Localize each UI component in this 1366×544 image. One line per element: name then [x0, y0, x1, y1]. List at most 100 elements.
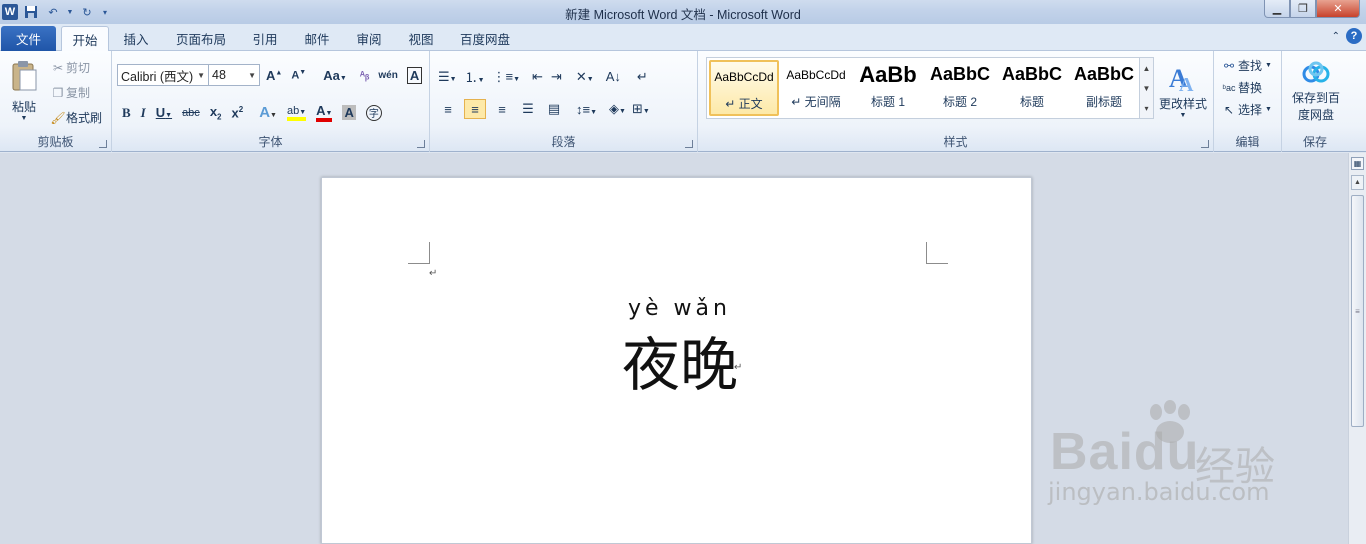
format-painter-button[interactable]: 🖌 格式刷 [50, 109, 102, 126]
subscript-icon[interactable]: x2 [210, 104, 222, 122]
style-item-no-spacing[interactable]: AaBbCcDd ↵ 无间隔 [781, 60, 851, 116]
tab-insert[interactable]: 插入 [114, 26, 158, 51]
align-right-icon[interactable]: ≡ [492, 99, 512, 119]
show-marks-icon[interactable]: ↵ [637, 69, 648, 85]
paste-label: 粘贴 [11, 100, 36, 114]
vertical-scrollbar[interactable]: ▦ ▲ ≡ [1348, 153, 1366, 544]
style-sample: AaBbC [929, 64, 990, 84]
style-item-title[interactable]: AaBbC 标题 [997, 60, 1067, 116]
italic-icon[interactable]: I [141, 105, 146, 121]
clear-formatting-icon[interactable]: ᴬᵦ [360, 70, 370, 82]
copy-button[interactable]: ❐ 复制 [50, 84, 90, 101]
style-sample: AaBbCcDd [714, 70, 774, 84]
cut-button[interactable]: ✂ 剪切 [50, 59, 90, 76]
find-button[interactable]: ⚯ 查找 ▼ [1220, 57, 1272, 74]
multilevel-list-icon[interactable]: ⋮≡▼ [493, 69, 521, 85]
select-label: 选择 [1238, 103, 1263, 117]
strikethrough-icon[interactable]: abc [182, 107, 200, 119]
ribbon-help-area: ⌃ ? [1332, 28, 1362, 44]
gallery-down-icon[interactable]: ▼ [1143, 78, 1151, 98]
font-name-dropdown-icon[interactable]: ▼ [197, 71, 205, 80]
font-group-label: 字体 [258, 135, 283, 149]
sort-icon[interactable]: A↓ [606, 69, 621, 84]
bold-icon[interactable]: B [122, 105, 131, 121]
tab-mailings[interactable]: 邮件 [296, 26, 338, 51]
font-launcher-icon[interactable] [417, 140, 425, 148]
clipboard-group: 粘贴 ▼ ✂ 剪切 ❐ 复制 🖌 格式刷 剪贴板 [0, 51, 112, 152]
save-to-baidu-label-1: 保存到百 [1291, 91, 1340, 105]
style-name: ↵ 正文 [725, 97, 763, 111]
minimize-button[interactable]: ▁ [1264, 0, 1290, 18]
select-button[interactable]: ↖ 选择 ▼ [1220, 101, 1272, 118]
margin-corner-top-right [926, 242, 948, 264]
change-styles-button[interactable]: AA 更改样式 ▼ [1156, 55, 1210, 125]
superscript-icon[interactable]: x2 [232, 105, 244, 120]
justify-icon[interactable]: ☰ [518, 99, 538, 119]
grow-font-icon[interactable]: A▲ [266, 68, 282, 83]
style-item-heading-2[interactable]: AaBbC 标题 2 [925, 60, 995, 116]
style-item-subtitle[interactable]: AaBbC 副标题 [1069, 60, 1139, 116]
tab-file[interactable]: 文件 [1, 26, 56, 51]
style-item-normal[interactable]: AaBbCcDd ↵ 正文 [709, 60, 779, 116]
line-spacing-icon[interactable]: ↕≡▼ [576, 102, 597, 117]
tab-references[interactable]: 引用 [244, 26, 286, 51]
align-center-icon[interactable]: ≡ [464, 99, 486, 119]
align-left-icon[interactable]: ≡ [438, 99, 458, 119]
enclose-characters-icon[interactable]: 字 [365, 104, 382, 121]
scroll-up-icon[interactable]: ▲ [1351, 175, 1364, 190]
style-item-heading-1[interactable]: AaBb 标题 1 [853, 60, 923, 116]
numbering-icon[interactable]: ⒈▼ [465, 67, 485, 86]
find-dropdown-icon[interactable]: ▼ [1265, 62, 1272, 69]
text-effects-icon[interactable]: A▼ [259, 104, 277, 121]
help-icon[interactable]: ? [1346, 28, 1362, 44]
paste-button[interactable]: 粘贴 ▼ [4, 55, 44, 127]
chinese-layout-icon[interactable]: ✕▼ [576, 69, 594, 85]
clipboard-launcher-icon[interactable] [99, 140, 107, 148]
gallery-more-icon[interactable]: ▾ [1144, 98, 1148, 118]
cursor-icon: ↖ [1223, 102, 1235, 117]
character-shading-icon[interactable]: A [342, 105, 356, 120]
scroll-thumb[interactable]: ≡ [1351, 195, 1364, 427]
style-sample: AaBb [859, 62, 917, 87]
view-ruler-icon[interactable]: ▦ [1351, 157, 1364, 170]
editing-group: ⚯ 查找 ▼ ᵇac 替换 ↖ 选择 ▼ 编辑 [1214, 51, 1282, 152]
font-color-icon[interactable]: A▼ [316, 103, 333, 122]
font-size-combo[interactable]: 48 ▼ [208, 64, 260, 86]
paste-dropdown-icon[interactable]: ▼ [21, 115, 28, 122]
styles-gallery-scroll: ▲ ▼ ▾ [1139, 58, 1153, 118]
select-dropdown-icon[interactable]: ▼ [1265, 106, 1272, 113]
tab-home[interactable]: 开始 [61, 26, 109, 51]
styles-launcher-icon[interactable] [1201, 140, 1209, 148]
bullets-icon[interactable]: ☰▼ [438, 69, 457, 85]
find-label: 查找 [1238, 59, 1263, 73]
replace-button[interactable]: ᵇac 替换 [1220, 79, 1262, 96]
minimize-ribbon-icon[interactable]: ⌃ [1332, 31, 1340, 42]
title-bar: W ↶ ▼ ↻ ▾ 新建 Microsoft Word 文档 - Microso… [0, 0, 1366, 24]
tab-page-layout[interactable]: 页面布局 [168, 26, 234, 51]
shading-icon[interactable]: ◈▼ [609, 101, 626, 117]
borders-icon[interactable]: ⊞▼ [632, 101, 650, 117]
close-button[interactable]: ✕ [1316, 0, 1360, 18]
underline-icon[interactable]: U▼ [156, 105, 172, 120]
decrease-indent-icon[interactable]: ⇤ [532, 69, 543, 85]
font-size-dropdown-icon[interactable]: ▼ [248, 71, 256, 80]
character-border-icon[interactable]: A [406, 67, 423, 84]
document-text[interactable]: 夜晚 [622, 318, 738, 402]
phonetic-guide-icon[interactable]: wén [378, 70, 397, 81]
font-name-combo[interactable]: Calibri (西文) ▼ [117, 64, 209, 86]
gallery-up-icon[interactable]: ▲ [1143, 58, 1151, 78]
change-styles-dropdown-icon[interactable]: ▼ [1180, 112, 1187, 119]
save-to-baidu-button[interactable]: 保存到百 度网盘 [1284, 57, 1348, 127]
maximize-button[interactable]: ❐ [1290, 0, 1316, 18]
increase-indent-icon[interactable]: ⇥ [551, 69, 562, 85]
tab-review[interactable]: 审阅 [348, 26, 390, 51]
tab-baidu-netdisk[interactable]: 百度网盘 [452, 26, 518, 51]
binoculars-icon: ⚯ [1223, 58, 1235, 73]
change-case-icon[interactable]: Aa▼ [323, 68, 347, 83]
highlight-color-icon[interactable]: ab▼ [286, 105, 307, 121]
tab-view[interactable]: 视图 [400, 26, 442, 51]
distributed-icon[interactable]: ▤ [544, 99, 564, 119]
paragraph-launcher-icon[interactable] [685, 140, 693, 148]
document-page[interactable]: ↵ yè wǎn 夜晚 ↵ [321, 177, 1032, 544]
shrink-font-icon[interactable]: A▼ [291, 69, 306, 82]
